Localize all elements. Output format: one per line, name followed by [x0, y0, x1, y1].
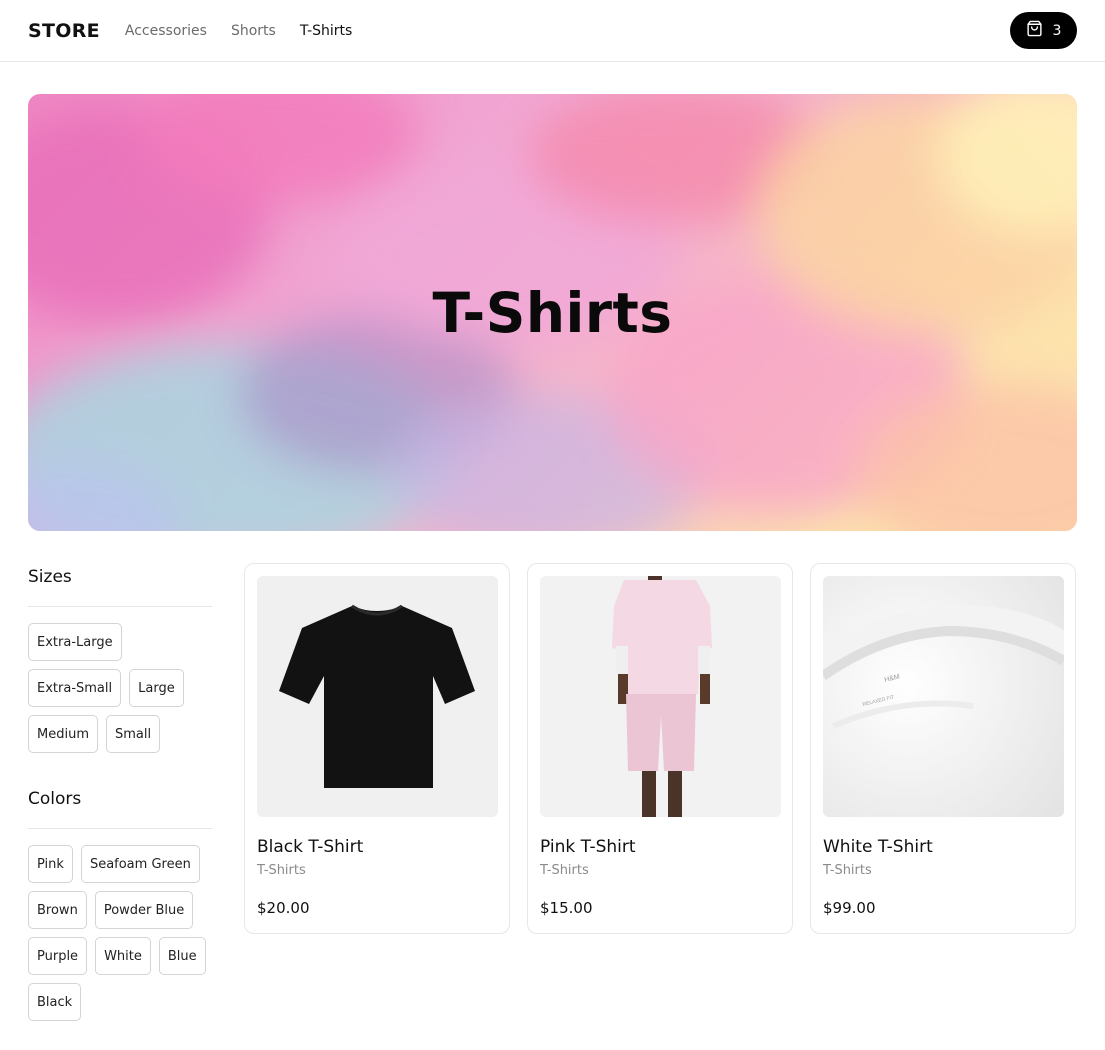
- color-option-powder-blue[interactable]: Powder Blue: [94, 891, 194, 929]
- color-option-seafoam-green[interactable]: Seafoam Green: [80, 845, 200, 883]
- size-option-extra-large[interactable]: Extra-Large: [28, 623, 122, 661]
- divider: [28, 828, 212, 829]
- store-logo[interactable]: STORE: [28, 20, 100, 42]
- product-price: $20.00: [257, 899, 310, 917]
- product-price: $99.00: [823, 899, 876, 917]
- divider: [28, 606, 212, 607]
- page-title: T-Shirts: [432, 280, 673, 345]
- color-option-black[interactable]: Black: [28, 983, 82, 1021]
- colors-filter-title: Colors: [28, 789, 82, 809]
- size-option-small[interactable]: Small: [105, 715, 161, 753]
- nav-link-t-shirts[interactable]: T-Shirts: [300, 23, 353, 39]
- product-category: T-Shirts: [540, 863, 589, 878]
- product-price: $15.00: [540, 899, 593, 917]
- product-name[interactable]: Pink T-Shirt: [540, 837, 780, 857]
- nav-link-accessories[interactable]: Accessories: [125, 23, 207, 39]
- color-options: Pink Seafoam Green Brown Powder Blue Pur…: [28, 845, 212, 1021]
- size-option-large[interactable]: Large: [129, 669, 184, 707]
- product-image-pink-tshirt[interactable]: [540, 576, 781, 817]
- color-option-blue[interactable]: Blue: [158, 937, 206, 975]
- sizes-filter: Sizes Extra-Large Extra-Small Large Medi…: [28, 563, 212, 753]
- product-name[interactable]: White T-Shirt: [823, 837, 1063, 857]
- product-image-white-tshirt[interactable]: H&M RELAXED FIT: [823, 576, 1064, 817]
- product-card[interactable]: H&M RELAXED FIT White T-Shirt T-Shirts $…: [810, 563, 1076, 934]
- product-category: T-Shirts: [257, 863, 306, 878]
- product-category: T-Shirts: [823, 863, 872, 878]
- size-option-medium[interactable]: Medium: [28, 715, 98, 753]
- cart-count: 3: [1052, 22, 1062, 39]
- product-card[interactable]: Black T-Shirt T-Shirts $20.00: [244, 563, 510, 934]
- top-navbar: STORE Accessories Shorts T-Shirts 3: [0, 0, 1105, 62]
- colors-filter: Colors Pink Seafoam Green Brown Powder B…: [28, 785, 212, 1021]
- product-name[interactable]: Black T-Shirt: [257, 837, 497, 857]
- shopping-bag-icon: [1026, 20, 1043, 41]
- color-option-pink[interactable]: Pink: [28, 845, 73, 883]
- color-option-white[interactable]: White: [95, 937, 151, 975]
- nav-link-shorts[interactable]: Shorts: [231, 23, 276, 39]
- color-option-purple[interactable]: Purple: [28, 937, 88, 975]
- cart-button[interactable]: 3: [1010, 12, 1077, 49]
- product-card[interactable]: Pink T-Shirt T-Shirts $15.00: [527, 563, 793, 934]
- size-options: Extra-Large Extra-Small Large Medium Sma…: [28, 623, 212, 753]
- product-grid: Black T-Shirt T-Shirts $20.00 Pink T-Shi…: [244, 563, 1076, 934]
- hero-banner: T-Shirts: [28, 94, 1077, 531]
- filter-sidebar: Sizes Extra-Large Extra-Small Large Medi…: [28, 563, 212, 1021]
- product-image-black-tshirt[interactable]: [257, 576, 498, 817]
- color-option-brown[interactable]: Brown: [28, 891, 87, 929]
- sizes-filter-title: Sizes: [28, 567, 72, 587]
- size-option-extra-small[interactable]: Extra-Small: [28, 669, 122, 707]
- main-nav: Accessories Shorts T-Shirts: [125, 23, 352, 39]
